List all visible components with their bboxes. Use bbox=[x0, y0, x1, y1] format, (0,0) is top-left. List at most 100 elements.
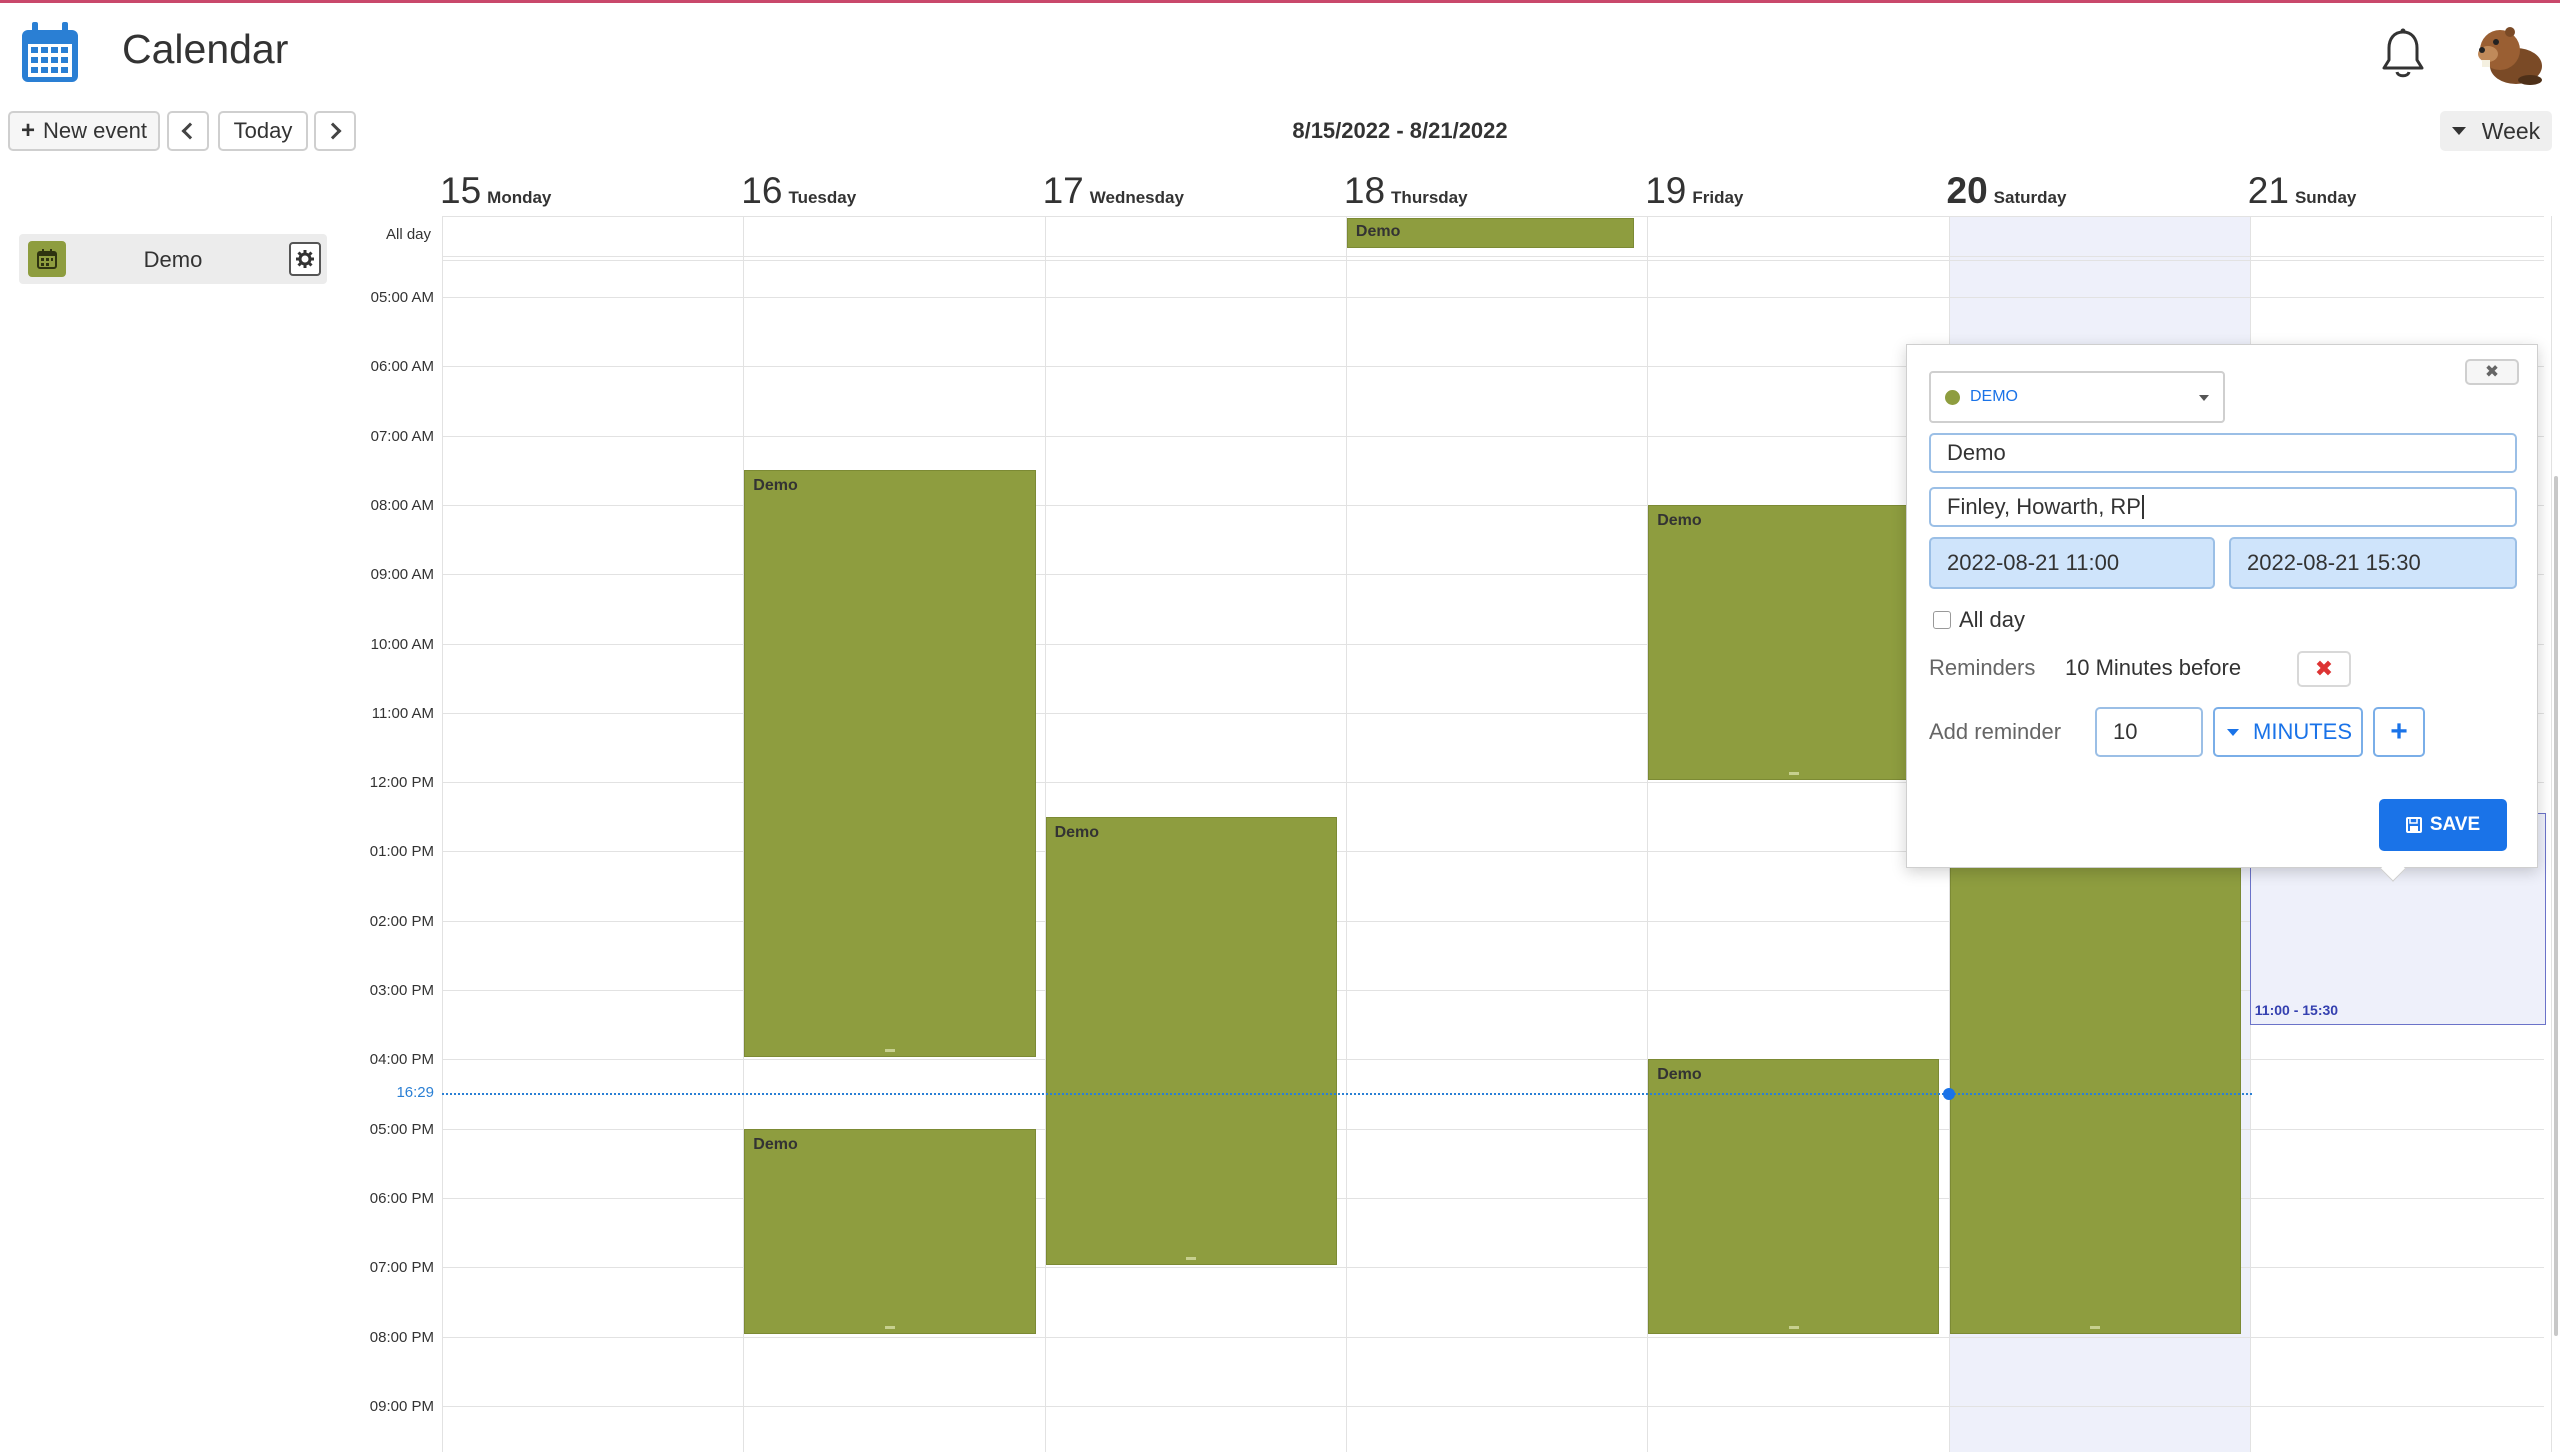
calendar-color-dot bbox=[1945, 389, 1960, 405]
close-icon: ✖ bbox=[2484, 362, 2500, 381]
hour-line bbox=[442, 1405, 2544, 1407]
save-button[interactable]: SAVE bbox=[2379, 799, 2507, 851]
day-name: Sunday bbox=[2294, 188, 2357, 207]
save-label: SAVE bbox=[2429, 814, 2481, 835]
remove-reminder-button[interactable]: ✖ bbox=[2297, 651, 2351, 687]
day-header-friday[interactable]: 19 Friday bbox=[1645, 170, 1743, 220]
caret-down-icon bbox=[2451, 127, 2466, 135]
allday-checkbox-row[interactable]: All day bbox=[1933, 607, 2025, 633]
start-datetime-value: 2022-08-21 11:00 bbox=[1947, 550, 2120, 575]
time-label: 05:00 AM bbox=[370, 289, 434, 306]
caret-down-icon bbox=[2227, 728, 2239, 736]
hour-line bbox=[442, 1336, 2544, 1338]
end-datetime-value: 2022-08-21 15:30 bbox=[2247, 550, 2421, 575]
day-column-divider bbox=[2551, 216, 2553, 1452]
date-range-title: 8/15/2022 - 8/21/2022 bbox=[1292, 118, 1508, 143]
event-title: Demo bbox=[753, 1135, 798, 1153]
time-label: 08:00 PM bbox=[369, 1328, 434, 1346]
time-label: 06:00 AM bbox=[370, 358, 434, 376]
time-label: 11:00 AM bbox=[371, 704, 434, 722]
time-label: 05:00 PM bbox=[369, 1120, 434, 1138]
attendees-input[interactable]: Finley, Howarth, RP bbox=[1929, 487, 2517, 527]
day-header-tuesday[interactable]: 16 Tuesday bbox=[741, 170, 856, 220]
calendar-select-value: DEMO bbox=[1970, 388, 2018, 405]
allday-row-label: All day bbox=[386, 226, 432, 243]
beaver-avatar[interactable] bbox=[2470, 18, 2544, 88]
day-header-saturday[interactable]: 20 Saturday bbox=[1947, 170, 2067, 220]
event-editor-popup: ✖ DEMO Demo Finley, Howarth, RP 2022-08-… bbox=[1906, 344, 2538, 868]
calendar-icon[interactable] bbox=[20, 20, 80, 84]
day-number: 20 bbox=[1946, 170, 1988, 211]
new-event-slot-time: 11:00 - 15:30 bbox=[2254, 1001, 2339, 1018]
vertical-scrollbar[interactable] bbox=[2554, 476, 2558, 1336]
day-header-sunday[interactable]: 21 Sunday bbox=[2248, 170, 2357, 220]
allday-checkbox[interactable] bbox=[1933, 611, 1951, 629]
sidebar-calendar-demo[interactable]: Demo bbox=[19, 234, 327, 284]
resize-handle[interactable] bbox=[1788, 1326, 1799, 1330]
attendees-value: Finley, Howarth, RP bbox=[1947, 494, 2141, 519]
event-title-value: Demo bbox=[1947, 440, 2006, 465]
time-label: 12:00 PM bbox=[369, 774, 434, 792]
view-label: Week bbox=[2481, 117, 2541, 144]
calendar-event[interactable]: Demo bbox=[1045, 816, 1337, 1266]
start-datetime-input[interactable]: 2022-08-21 11:00 bbox=[1929, 537, 2215, 589]
calendar-settings-button[interactable] bbox=[289, 242, 321, 276]
day-number: 21 bbox=[2247, 170, 2289, 211]
day-name: Wednesday bbox=[1089, 188, 1184, 207]
delete-x-icon: ✖ bbox=[2314, 656, 2334, 681]
event-title: Demo bbox=[1657, 1066, 1702, 1084]
row-divider bbox=[442, 260, 2544, 261]
day-number: 15 bbox=[440, 170, 482, 211]
row-divider bbox=[442, 216, 2544, 217]
resize-handle[interactable] bbox=[2090, 1326, 2101, 1330]
current-time-label: 16:29 bbox=[396, 1083, 434, 1101]
allday-event[interactable]: Demo bbox=[1346, 218, 1635, 248]
reminder-unit-select[interactable]: MINUTES bbox=[2213, 707, 2363, 757]
new-event-label: New event bbox=[43, 118, 147, 143]
new-event-button[interactable]: + New event bbox=[8, 111, 160, 151]
calendar-event[interactable]: Demo bbox=[744, 1128, 1036, 1335]
sidebar-calendar-label: Demo bbox=[143, 247, 203, 272]
event-title: Demo bbox=[753, 477, 798, 495]
calendar-select[interactable]: DEMO bbox=[1929, 371, 2225, 423]
previous-week-button[interactable] bbox=[167, 111, 209, 151]
bell-icon[interactable] bbox=[2380, 28, 2426, 80]
time-label: 10:00 AM bbox=[370, 635, 434, 653]
day-header-wednesday[interactable]: 17 Wednesday bbox=[1043, 170, 1184, 220]
reminder-value: 10 Minutes before bbox=[2065, 655, 2242, 680]
resize-handle[interactable] bbox=[884, 1049, 895, 1053]
allday-checkbox-label: All day bbox=[1959, 607, 2026, 632]
resize-handle[interactable] bbox=[1788, 772, 1799, 776]
time-label: 07:00 AM bbox=[370, 427, 434, 445]
next-week-button[interactable] bbox=[314, 111, 356, 151]
event-title-input[interactable]: Demo bbox=[1929, 433, 2517, 473]
resize-handle[interactable] bbox=[1186, 1257, 1197, 1261]
hour-line bbox=[442, 297, 2544, 298]
add-reminder-button[interactable]: + bbox=[2373, 707, 2425, 757]
calendar-event[interactable]: Demo bbox=[744, 470, 1036, 1058]
end-datetime-input[interactable]: 2022-08-21 15:30 bbox=[2229, 537, 2517, 589]
time-label: 09:00 PM bbox=[369, 1397, 434, 1415]
resize-handle[interactable] bbox=[884, 1326, 895, 1330]
calendar-event[interactable]: Demo bbox=[1648, 1059, 1940, 1335]
calendar-small-icon bbox=[37, 249, 57, 269]
event-title: Demo bbox=[1657, 511, 1702, 529]
reminders-label: Reminders bbox=[1929, 655, 2036, 680]
today-button[interactable]: Today bbox=[218, 111, 308, 151]
day-header-thursday[interactable]: 18 Thursday bbox=[1344, 170, 1468, 220]
row-divider bbox=[442, 256, 2544, 257]
view-select-week[interactable]: Week bbox=[2440, 111, 2552, 151]
day-number: 17 bbox=[1042, 170, 1084, 211]
plus-icon: + bbox=[2390, 715, 2408, 748]
reminder-amount-input[interactable]: 10 bbox=[2095, 707, 2203, 757]
app-title: Calendar bbox=[122, 26, 289, 72]
day-header-monday[interactable]: 15 Monday bbox=[440, 170, 551, 220]
time-label: 04:00 PM bbox=[369, 1051, 434, 1069]
calendar-event[interactable]: Demo bbox=[1648, 504, 1940, 781]
day-name: Thursday bbox=[1391, 188, 1468, 207]
add-reminder-label: Add reminder bbox=[1929, 719, 2062, 744]
time-label: 01:00 PM bbox=[369, 843, 434, 861]
day-number: 16 bbox=[741, 170, 783, 211]
current-time-dot bbox=[1942, 1087, 1955, 1100]
close-popup-button[interactable]: ✖ bbox=[2465, 359, 2519, 385]
